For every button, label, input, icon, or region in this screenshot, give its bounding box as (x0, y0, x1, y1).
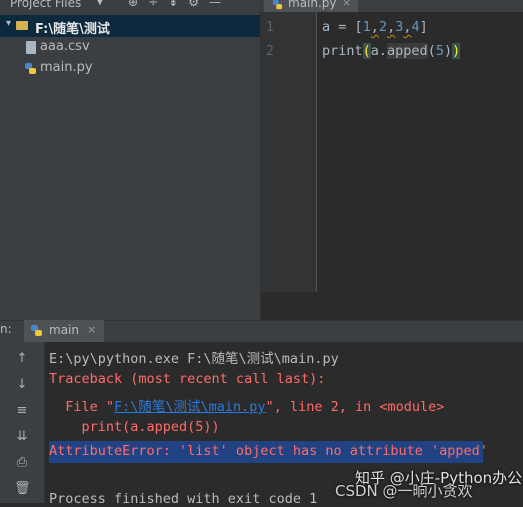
project-panel-header: Project Files ▼ ⊕ ÷ ⇟ ⚙ — (0, 0, 260, 12)
scroll-to-end-icon[interactable]: ⇊ (14, 429, 30, 445)
python-file-icon (25, 63, 36, 74)
close-icon[interactable]: × (87, 323, 96, 336)
gutter-divider (316, 12, 317, 292)
scroll-down-icon[interactable]: ↓ (14, 377, 30, 393)
code-line-2[interactable]: print(a.apped(5)) (322, 43, 461, 59)
python-file-icon (31, 325, 42, 336)
console-line-command: E:\py\python.exe F:\随笔\测试\main.py (49, 351, 339, 367)
tab-run-main[interactable]: main × (24, 320, 104, 342)
file-link[interactable]: F:\随笔\测试\main.py (114, 399, 266, 415)
print-icon[interactable]: ⎙ (14, 455, 30, 471)
gear-icon[interactable]: ⚙ (188, 0, 199, 9)
tab-main-py[interactable]: main.py × (264, 0, 358, 12)
project-panel-title[interactable]: Project Files (10, 0, 81, 10)
tree-item-label: F:\随笔\测试 (35, 22, 110, 37)
trash-icon[interactable]: 🗑 (14, 481, 31, 497)
chevron-down-icon[interactable]: ▼ (96, 0, 104, 7)
chevron-down-icon[interactable]: ▾ (6, 18, 11, 29)
collapse-icon[interactable]: ÷ (148, 0, 158, 9)
project-panel-toolbar: ⊕ ÷ ⇟ ⚙ — (128, 0, 221, 9)
python-file-icon (272, 0, 283, 10)
project-panel (0, 0, 260, 320)
soft-wrap-icon[interactable]: ≡ (14, 403, 30, 419)
csv-file-icon (26, 41, 36, 54)
line-number: 1 (266, 20, 274, 35)
scroll-up-icon[interactable]: ↑ (14, 351, 30, 367)
run-panel-label: n: (0, 322, 12, 336)
console-line-code: print(a.apped(5)) (49, 419, 220, 435)
editor-empty-area (260, 292, 523, 320)
close-icon[interactable]: × (342, 0, 351, 9)
console-line-error: AttributeError: 'list' object has no att… (49, 443, 488, 459)
tree-item-label: main.py (40, 60, 93, 75)
code-line-1[interactable]: a = [1,2,3,4] (322, 19, 428, 35)
tab-label: main.py (288, 0, 337, 10)
console-line-file: File "F:\随笔\测试\main.py", line 2, in <mod… (49, 399, 445, 415)
tab-label: main (49, 323, 79, 337)
hide-icon[interactable]: — (209, 0, 221, 9)
line-number: 2 (266, 44, 274, 59)
console-line-traceback: Traceback (most recent call last): (49, 371, 326, 387)
console-line-exit: Process finished with exit code 1 (49, 491, 318, 507)
folder-icon (16, 21, 28, 30)
tree-item-root-folder[interactable]: ▾ F:\随笔\测试 (0, 15, 260, 37)
expand-icon[interactable]: ⇟ (168, 0, 178, 9)
watermark-csdn: CSDN @一晌小贪欢 (335, 482, 473, 500)
tree-item-label: aaa.csv (40, 39, 90, 54)
locate-icon[interactable]: ⊕ (128, 0, 138, 9)
